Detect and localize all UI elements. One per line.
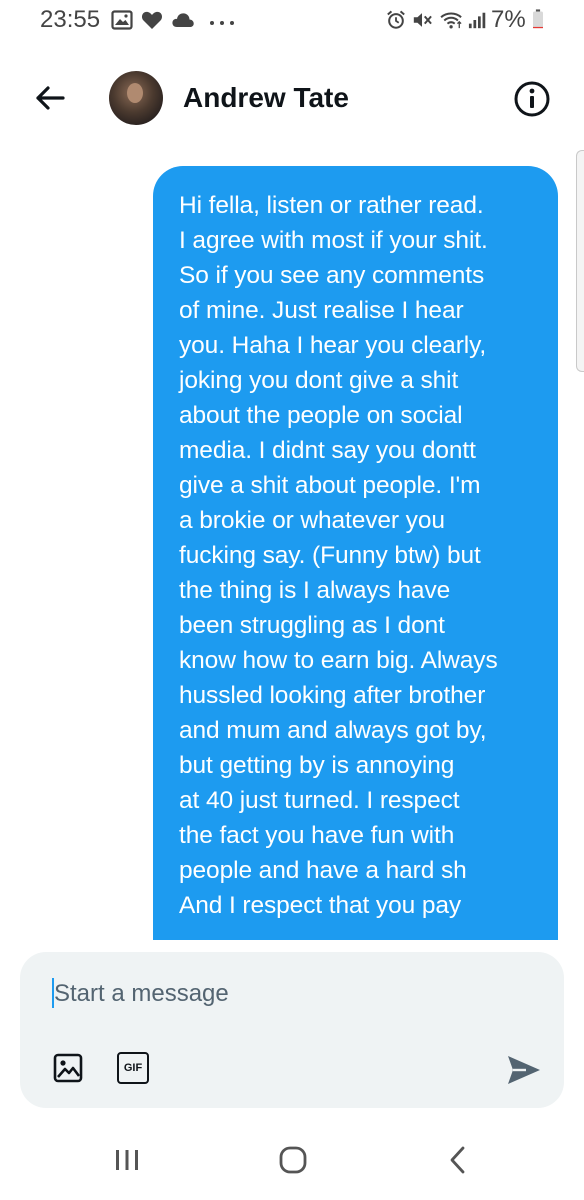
- screen: 23:55 7% Andrew Tate Hi fella, listen or…: [0, 0, 584, 1200]
- alarm-icon: [387, 10, 405, 29]
- gif-label: GIF: [123, 1062, 143, 1074]
- home-icon[interactable]: [273, 1140, 313, 1180]
- more-dots-icon: [210, 21, 234, 25]
- signal-icon: [468, 12, 486, 29]
- status-bar: 23:55 7%: [0, 0, 584, 44]
- battery-percent: 7%: [491, 6, 526, 33]
- wifi-icon: [440, 12, 462, 29]
- status-time: 23:55: [40, 6, 101, 33]
- conversation-header: Andrew Tate: [0, 60, 584, 136]
- back-icon[interactable]: [438, 1140, 478, 1180]
- cloud-icon: [172, 13, 194, 27]
- gif-button[interactable]: GIF: [117, 1052, 149, 1084]
- system-nav-bar: [0, 1120, 584, 1200]
- arrow-left-icon[interactable]: [30, 78, 70, 118]
- recent-apps-icon[interactable]: [107, 1140, 147, 1180]
- conversation[interactable]: Hi fella, listen or rather read. I agree…: [0, 138, 584, 940]
- mute-icon: [413, 13, 432, 27]
- message-input[interactable]: [50, 974, 530, 1014]
- info-icon[interactable]: [513, 80, 551, 118]
- avatar[interactable]: [109, 71, 163, 125]
- message-text: Hi fella, listen or rather read. I agree…: [179, 192, 498, 919]
- contact-name[interactable]: Andrew Tate: [183, 82, 349, 114]
- gallery-icon: [111, 10, 133, 30]
- message-composer: GIF: [20, 952, 564, 1108]
- message-bubble[interactable]: Hi fella, listen or rather read. I agree…: [153, 166, 558, 940]
- text-caret: [52, 978, 54, 1008]
- battery-icon: [533, 9, 543, 29]
- send-icon[interactable]: [504, 1050, 544, 1090]
- image-icon[interactable]: [52, 1052, 84, 1084]
- heart-icon: [141, 11, 163, 29]
